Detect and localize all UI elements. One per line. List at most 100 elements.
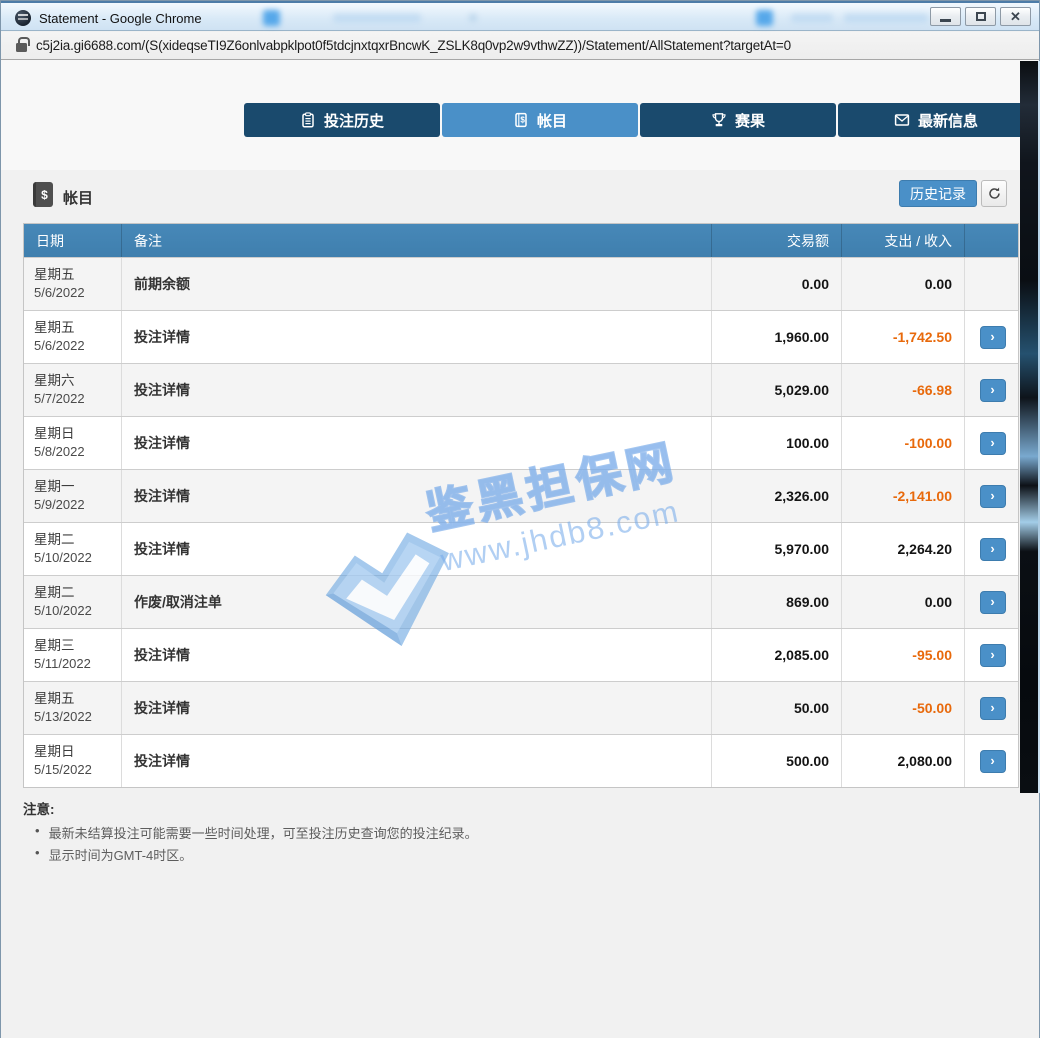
minimize-button[interactable] [930,7,961,26]
background-tab-close-icon [469,14,477,22]
amount-cell: 5,029.00 [712,364,842,416]
date-cell: 星期一5/9/2022 [24,470,122,522]
chevron-right-icon: › [990,701,994,714]
date-text: 5/6/2022 [34,284,85,303]
action-cell: › [965,629,1020,681]
detail-arrow-button[interactable]: › [980,750,1006,773]
note-cell: 投注详情 [122,364,712,416]
note-text: 显示时间为GMT-4时区。 [49,845,193,864]
nav-label: 投注历史 [324,110,384,131]
bullet-icon: • [35,845,40,864]
detail-arrow-button[interactable]: › [980,644,1006,667]
table-row: 星期日5/8/2022投注详情100.00-100.00› [24,416,1018,469]
browser-window: Statement - Google Chrome ✕ c5j2ia.gi668… [0,0,1040,1038]
note-cell: 投注详情 [122,417,712,469]
weekday-text: 星期二 [34,583,75,603]
svg-text:$: $ [520,116,525,125]
weekday-text: 星期五 [34,265,75,285]
delta-cell: 0.00 [842,258,965,310]
trophy-icon [711,112,727,128]
detail-arrow-button[interactable]: › [980,485,1006,508]
amount-cell: 5,970.00 [712,523,842,575]
date-cell: 星期五5/6/2022 [24,311,122,363]
action-cell: › [965,417,1020,469]
action-cell: › [965,735,1020,787]
delta-cell: -66.98 [842,364,965,416]
url-text: c5j2ia.gi6688.com/(S(xideqseTI9Z6onlvabp… [36,38,791,53]
chevron-right-icon: › [990,489,994,502]
background-tab-title [791,14,833,23]
detail-arrow-button[interactable]: › [980,591,1006,614]
date-cell: 星期二5/10/2022 [24,576,122,628]
date-text: 5/11/2022 [34,655,91,674]
bullet-icon: • [35,823,40,842]
note-cell: 前期余额 [122,258,712,310]
chevron-right-icon: › [990,383,994,396]
table-row: 星期六5/7/2022 投注详情5,029.00-66.98 › [24,363,1018,416]
table-header-row: 日期 备注 交易额 支出 / 收入 [24,224,1018,257]
address-bar[interactable]: c5j2ia.gi6688.com/(S(xideqseTI9Z6onlvabp… [1,32,1039,60]
background-tab-title [333,14,421,23]
table-row: 星期二5/10/2022投注详情5,970.002,264.20› [24,522,1018,575]
amount-cell: 50.00 [712,682,842,734]
maximize-button[interactable] [965,7,996,26]
weekday-text: 星期六 [34,371,75,391]
table-row: 星期五5/13/2022投注详情50.00-50.00› [24,681,1018,734]
nav-results-button[interactable]: 赛果 [640,103,836,137]
delta-cell: -95.00 [842,629,965,681]
action-cell: › [965,523,1020,575]
title-bar: Statement - Google Chrome ✕ [1,1,1039,31]
chevron-right-icon: › [990,595,994,608]
detail-arrow-button[interactable]: › [980,379,1006,402]
close-button[interactable]: ✕ [1000,7,1031,26]
date-cell: 星期日5/8/2022 [24,417,122,469]
nav-label: 帐目 [537,110,567,131]
history-records-button[interactable]: 历史记录 [899,180,977,207]
background-window-strip [1020,61,1038,793]
refresh-button[interactable] [981,180,1007,207]
amount-cell: 1,960.00 [712,311,842,363]
main-nav: 投注历史 $ 帐目 赛果 最新信息 [244,103,1034,137]
amount-cell: 869.00 [712,576,842,628]
col-header-amount: 交易额 [712,224,842,257]
date-text: 5/7/2022 [34,390,85,409]
weekday-text: 星期三 [34,636,75,656]
col-header-delta: 支出 / 收入 [842,224,965,257]
delta-cell: 0.00 [842,576,965,628]
table-row: 星期一5/9/2022投注详情2,326.00-2,141.00› [24,469,1018,522]
note-cell: 投注详情 [122,523,712,575]
nav-statement-button[interactable]: $ 帐目 [442,103,638,137]
footer-notes: 注意: •最新未结算投注可能需要一些时间处理，可至投注历史查询您的投注纪录。 •… [23,798,478,867]
nav-latest-news-button[interactable]: 最新信息 [838,103,1034,137]
weekday-text: 星期二 [34,530,75,550]
note-cell: 投注详情 [122,470,712,522]
site-favicon-icon [15,10,31,26]
action-cell [965,258,1020,310]
chevron-right-icon: › [990,648,994,661]
refresh-icon [987,186,1002,201]
detail-arrow-button[interactable]: › [980,326,1006,349]
table-row: 星期日5/15/2022投注详情500.002,080.00› [24,734,1018,787]
note-text: 最新未结算投注可能需要一些时间处理，可至投注历史查询您的投注纪录。 [49,823,478,842]
col-header-date: 日期 [24,224,122,257]
detail-arrow-button[interactable]: › [980,538,1006,561]
weekday-text: 星期五 [34,689,75,709]
delta-cell: -1,742.50 [842,311,965,363]
detail-arrow-button[interactable]: › [980,697,1006,720]
date-cell: 星期二5/10/2022 [24,523,122,575]
action-cell: › [965,470,1020,522]
amount-cell: 2,085.00 [712,629,842,681]
weekday-text: 星期日 [34,742,75,762]
section-title: 帐目 [63,187,93,208]
nav-bet-history-button[interactable]: 投注历史 [244,103,440,137]
chevron-right-icon: › [990,436,994,449]
col-header-note: 备注 [122,224,712,257]
date-text: 5/10/2022 [34,602,92,621]
nav-label: 赛果 [735,110,765,131]
action-cell: › [965,576,1020,628]
detail-arrow-button[interactable]: › [980,432,1006,455]
note-cell: 投注详情 [122,735,712,787]
date-text: 5/15/2022 [34,761,92,780]
ledger-icon: $ [33,182,53,207]
amount-cell: 2,326.00 [712,470,842,522]
